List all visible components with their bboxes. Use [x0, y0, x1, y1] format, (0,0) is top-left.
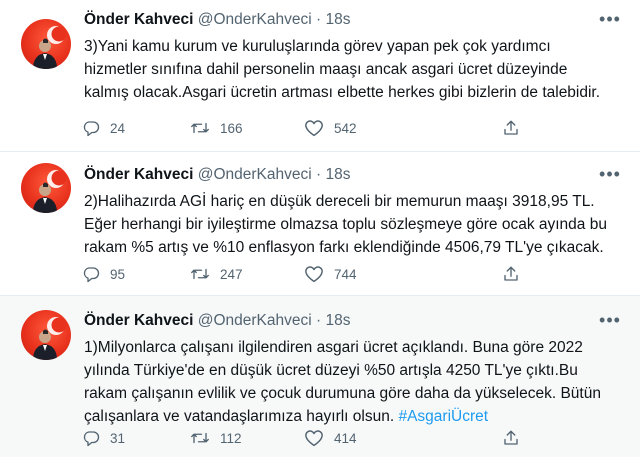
tweet-text: 1)Milyonlarca çalışanı ilgilendiren asga… — [84, 336, 624, 428]
retweet-icon — [190, 429, 210, 447]
tweet-item[interactable]: Önder Kahveci @OnderKahveci · 18s ••• 1)… — [0, 296, 640, 457]
tweet-text-segment: çalışanlara ve vatandaşlarımıza hayırlı … — [84, 408, 395, 425]
like-icon — [304, 119, 324, 137]
more-horizontal-icon[interactable]: ••• — [598, 165, 622, 187]
retweet-button[interactable]: 247 — [190, 263, 243, 285]
tweet-actions: 95 247 744 — [82, 263, 542, 285]
tweet-text-line: yılında Türkiye'de en düşük ücret düzeyi… — [84, 362, 578, 379]
author-handle[interactable]: @OnderKahveci — [198, 312, 312, 329]
share-button[interactable] — [502, 427, 520, 449]
author-name[interactable]: Önder Kahveci — [84, 11, 193, 28]
tweet-text-line: rakam %5 artış ve %10 enflasyon farkı ek… — [84, 239, 604, 256]
tweet-actions: 24 166 542 — [82, 117, 542, 139]
retweet-count: 247 — [220, 266, 243, 282]
reply-icon — [82, 119, 100, 137]
avatar[interactable] — [21, 19, 71, 69]
avatar[interactable] — [21, 310, 71, 360]
share-button[interactable] — [502, 263, 520, 285]
retweet-count: 166 — [220, 120, 243, 136]
tweet-header: Önder Kahveci @OnderKahveci · 18s — [84, 165, 350, 185]
author-handle[interactable]: @OnderKahveci — [198, 11, 312, 28]
tweet-text-line: Eğer herhangi bir iyileştirme olmazsa to… — [84, 216, 607, 233]
tweet-time[interactable]: 18s — [325, 11, 350, 28]
more-horizontal-icon[interactable]: ••• — [598, 311, 622, 333]
reply-button[interactable]: 31 — [82, 427, 125, 449]
reply-count: 31 — [110, 430, 126, 446]
author-handle[interactable]: @OnderKahveci — [198, 166, 312, 183]
reply-button[interactable]: 95 — [82, 263, 125, 285]
reply-button[interactable]: 24 — [82, 117, 125, 139]
tweet-text-line: çalışanlara ve vatandaşlarımıza hayırlı … — [84, 405, 624, 428]
separator-dot: · — [316, 312, 322, 329]
tweet-feed: Önder Kahveci @OnderKahveci · 18s ••• 3)… — [0, 0, 640, 457]
reply-icon — [82, 265, 100, 283]
reply-count: 95 — [110, 266, 126, 282]
tweet-text-line: 1)Milyonlarca çalışanı ilgilendiren asga… — [84, 339, 583, 356]
hashtag-link[interactable]: #AsgariÜcret — [398, 408, 488, 425]
tweet-text-line: kalmış olacak.Asgari ücretin artması elb… — [84, 84, 601, 101]
tweet-text: 3)Yani kamu kurum ve kuruluşlarında göre… — [84, 35, 624, 104]
tweet-text-line: rakam çalışanın evlilik ve çocuk durumun… — [84, 385, 601, 402]
more-horizontal-icon[interactable]: ••• — [598, 10, 622, 32]
author-name[interactable]: Önder Kahveci — [84, 166, 193, 183]
share-button[interactable] — [502, 117, 520, 139]
retweet-icon — [190, 265, 210, 283]
tweet-header: Önder Kahveci @OnderKahveci · 18s — [84, 311, 350, 331]
like-count: 542 — [334, 120, 357, 136]
separator-dot: · — [316, 166, 322, 183]
like-button[interactable]: 744 — [304, 263, 357, 285]
tweet-time[interactable]: 18s — [325, 312, 350, 329]
tweet-header: Önder Kahveci @OnderKahveci · 18s — [84, 10, 350, 30]
tweet-text-line: hizmetler sınıfına dahil personelin maaş… — [84, 61, 568, 78]
share-icon — [502, 265, 520, 283]
like-button[interactable]: 414 — [304, 427, 357, 449]
tweet-time[interactable]: 18s — [325, 166, 350, 183]
retweet-icon — [190, 119, 210, 137]
author-name[interactable]: Önder Kahveci — [84, 312, 193, 329]
tweet-text-line: 3)Yani kamu kurum ve kuruluşlarında göre… — [84, 38, 551, 55]
retweet-button[interactable]: 166 — [190, 117, 243, 139]
like-count: 414 — [334, 430, 357, 446]
reply-count: 24 — [110, 120, 126, 136]
like-count: 744 — [334, 266, 357, 282]
tweet-item[interactable]: Önder Kahveci @OnderKahveci · 18s ••• 3)… — [0, 0, 640, 152]
tweet-text-line: 2)Halihazırda AGİ hariç en düşük derecel… — [84, 193, 595, 210]
separator-dot: · — [316, 11, 322, 28]
share-icon — [502, 119, 520, 137]
like-button[interactable]: 542 — [304, 117, 357, 139]
like-icon — [304, 265, 324, 283]
reply-icon — [82, 429, 100, 447]
like-icon — [304, 429, 324, 447]
avatar[interactable] — [21, 163, 71, 213]
retweet-button[interactable]: 112 — [190, 427, 242, 449]
share-icon — [502, 429, 520, 447]
retweet-count: 112 — [220, 430, 242, 446]
tweet-item[interactable]: Önder Kahveci @OnderKahveci · 18s ••• 2)… — [0, 152, 640, 296]
tweet-text: 2)Halihazırda AGİ hariç en düşük derecel… — [84, 190, 624, 259]
tweet-actions: 31 112 414 — [82, 427, 542, 449]
